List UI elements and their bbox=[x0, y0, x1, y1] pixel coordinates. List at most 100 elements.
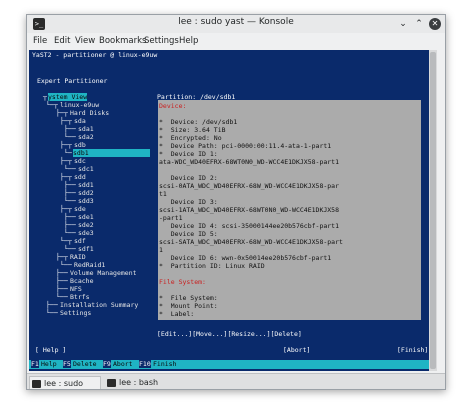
scrollbar-thumb[interactable] bbox=[430, 52, 436, 369]
close-button[interactable]: ✕ bbox=[429, 18, 441, 30]
terminal-tab-icon bbox=[107, 379, 116, 387]
tree-item-sde[interactable]: sde bbox=[74, 205, 86, 213]
tree-item-sdd[interactable]: sdd bbox=[74, 173, 86, 181]
tree-branch: └── bbox=[64, 133, 76, 141]
device-line: scsi-0ATA_WDC_WD40EFRX-68W_WD-WCC4E1DKJX… bbox=[159, 182, 340, 190]
fkey-help-label[interactable]: Help bbox=[41, 360, 57, 368]
panel-title: Expert Partitioner bbox=[37, 77, 108, 85]
partition-info-box: Device: * Device: /dev/sdb1 * Size: 3.64… bbox=[158, 100, 421, 320]
terminal-scrollbar[interactable] bbox=[429, 50, 437, 371]
tree-branch: └─┬ bbox=[60, 237, 72, 245]
help-button[interactable]: [ Help ] bbox=[35, 346, 66, 354]
tree-item-settings[interactable]: Settings bbox=[60, 309, 91, 317]
tree-branch: ├─┬ bbox=[60, 157, 72, 165]
tree-item-installation-summary[interactable]: Installation Summary bbox=[60, 301, 138, 309]
tree-item-sdd3[interactable]: sdd3 bbox=[78, 197, 94, 205]
device-heading: Device: bbox=[159, 102, 187, 110]
filesystem-line: * File System: bbox=[159, 294, 218, 302]
window-title: lee : sudo yast — Konsole bbox=[178, 17, 294, 27]
tree-item-redraid1[interactable]: RedRaid1 bbox=[74, 261, 105, 269]
fkey-help-key: F1 bbox=[31, 360, 39, 368]
terminal-tab-icon bbox=[32, 380, 41, 388]
yast-header: YaST2 - partitioner @ linux-e9uw bbox=[29, 50, 433, 59]
fkey-finish-label[interactable]: Finish bbox=[153, 360, 176, 368]
tree-item-sda2[interactable]: sda2 bbox=[78, 133, 94, 141]
tree-branch: └── bbox=[64, 245, 76, 253]
tree-item-sda1[interactable]: sda1 bbox=[78, 125, 94, 133]
menu-bookmarks[interactable]: Bookmarks bbox=[99, 36, 147, 46]
tree-branch: ┬ bbox=[43, 93, 47, 101]
tree-item-sdd2[interactable]: sdd2 bbox=[78, 189, 94, 197]
tree-item-sdb1-selected[interactable]: sdb1 bbox=[73, 149, 150, 157]
device-line: t1 bbox=[159, 190, 167, 198]
tree-branch: ├─┬ bbox=[60, 117, 72, 125]
konsole-window: >_ lee : sudo yast — Konsole ⌄ ⌃ ✕ File … bbox=[26, 14, 446, 390]
tree-branch: ├─┬ bbox=[60, 141, 72, 149]
tab-sudo-yast[interactable]: lee : sudo yast bbox=[29, 376, 101, 389]
fkey-delete-key: F5 bbox=[63, 360, 71, 368]
tree-branch: ├── bbox=[64, 221, 76, 229]
device-line: Device ID 5: bbox=[159, 230, 218, 238]
tree-item-hard-disks[interactable]: Hard Disks bbox=[70, 109, 109, 117]
finish-button[interactable]: [Finish] bbox=[397, 346, 428, 354]
tree-branch: ├── bbox=[56, 269, 68, 277]
minimize-button[interactable]: ⌄ bbox=[397, 18, 409, 30]
tree-branch: ├─┬ bbox=[60, 205, 72, 213]
menu-bar: File Edit View Bookmarks Settings Help bbox=[27, 33, 445, 50]
tree-item-sdc1[interactable]: sdc1 bbox=[78, 165, 94, 173]
fkey-abort-key: F9 bbox=[103, 360, 111, 368]
menu-help[interactable]: Help bbox=[179, 36, 198, 46]
filesystem-heading: File System: bbox=[159, 278, 206, 286]
tree-item-raid[interactable]: RAID bbox=[70, 253, 86, 261]
fkey-abort-label[interactable]: Abort bbox=[113, 360, 133, 368]
tree-item-sde3[interactable]: sde3 bbox=[78, 229, 94, 237]
tree-item-host[interactable]: linux-e9uw bbox=[60, 101, 99, 109]
tree-item-sdc[interactable]: sdc bbox=[74, 157, 86, 165]
tree-item-sdf[interactable]: sdf bbox=[74, 237, 86, 245]
terminal-area[interactable]: YaST2 - partitioner @ linux-e9uw Expert … bbox=[29, 50, 433, 371]
abort-button[interactable]: [Abort] bbox=[283, 346, 310, 354]
fkey-delete-label[interactable]: Delete bbox=[73, 360, 96, 368]
device-line: * Device Path: pci-0000:00:11.4-ata-1-pa… bbox=[159, 142, 332, 150]
tree-item-sdf1[interactable]: sdf1 bbox=[78, 245, 94, 253]
device-line: * Device: /dev/sdb1 bbox=[159, 118, 238, 126]
tree-branch: └─┬ bbox=[46, 101, 58, 109]
device-line: Device ID 3: bbox=[159, 198, 218, 206]
menu-view[interactable]: View bbox=[75, 36, 95, 46]
tree-branch: ├── bbox=[56, 285, 68, 293]
device-line: scsi-SATA_WDC_WD40EFRX-68W_WD-WCC4E1DKJX… bbox=[159, 238, 343, 246]
tree-item-volume-management[interactable]: Volume Management bbox=[70, 269, 137, 277]
tree-item-nfs[interactable]: NFS bbox=[70, 285, 82, 293]
tree-branch: └── bbox=[64, 229, 76, 237]
partition-actions[interactable]: [Edit...][Move...][Resize...][Delete] bbox=[157, 330, 302, 338]
filesystem-line: * Label: bbox=[159, 310, 195, 318]
tree-branch: ├── bbox=[56, 277, 68, 285]
tree-branch: ├── bbox=[46, 301, 58, 309]
menu-settings[interactable]: Settings bbox=[144, 36, 179, 46]
tab-label: lee : sudo yast bbox=[44, 379, 84, 388]
device-line: Device ID 4: scsi-35000144ee20b576cbf-pa… bbox=[159, 222, 340, 230]
fkey-finish-key: F10 bbox=[139, 360, 151, 368]
tab-bash[interactable]: lee : bash bbox=[105, 376, 165, 389]
menu-file[interactable]: File bbox=[33, 36, 47, 46]
tree-item-sde2[interactable]: sde2 bbox=[78, 221, 94, 229]
system-view-label[interactable]: ystem View bbox=[48, 93, 88, 101]
maximize-button[interactable]: ⌃ bbox=[413, 18, 425, 30]
tree-item-sda[interactable]: sda bbox=[74, 117, 86, 125]
tree-branch: └─ bbox=[64, 149, 72, 157]
tree-branch: ├── bbox=[64, 213, 76, 221]
device-line: ata-WDC_WD40EFRX-68WT0N0_WD-WCC4E1DKJX58… bbox=[159, 158, 340, 166]
device-line: Device ID 2: bbox=[159, 174, 218, 182]
tree-branch: ├── bbox=[64, 181, 76, 189]
tree-item-sdd1[interactable]: sdd1 bbox=[78, 181, 94, 189]
filesystem-line: * Mount Point: bbox=[159, 302, 218, 310]
tree-branch: └── bbox=[64, 197, 76, 205]
tree-item-btrfs[interactable]: Btrfs bbox=[70, 293, 90, 301]
tree-item-bcache[interactable]: Bcache bbox=[70, 277, 93, 285]
tree-item-sde1[interactable]: sde1 bbox=[78, 213, 94, 221]
tree-item-sdb[interactable]: sdb bbox=[74, 141, 86, 149]
device-line: -part1 bbox=[159, 214, 183, 222]
tab-label: lee : bash bbox=[119, 378, 159, 387]
menu-edit[interactable]: Edit bbox=[54, 36, 70, 46]
title-bar[interactable]: >_ lee : sudo yast — Konsole ⌄ ⌃ ✕ bbox=[27, 15, 445, 33]
